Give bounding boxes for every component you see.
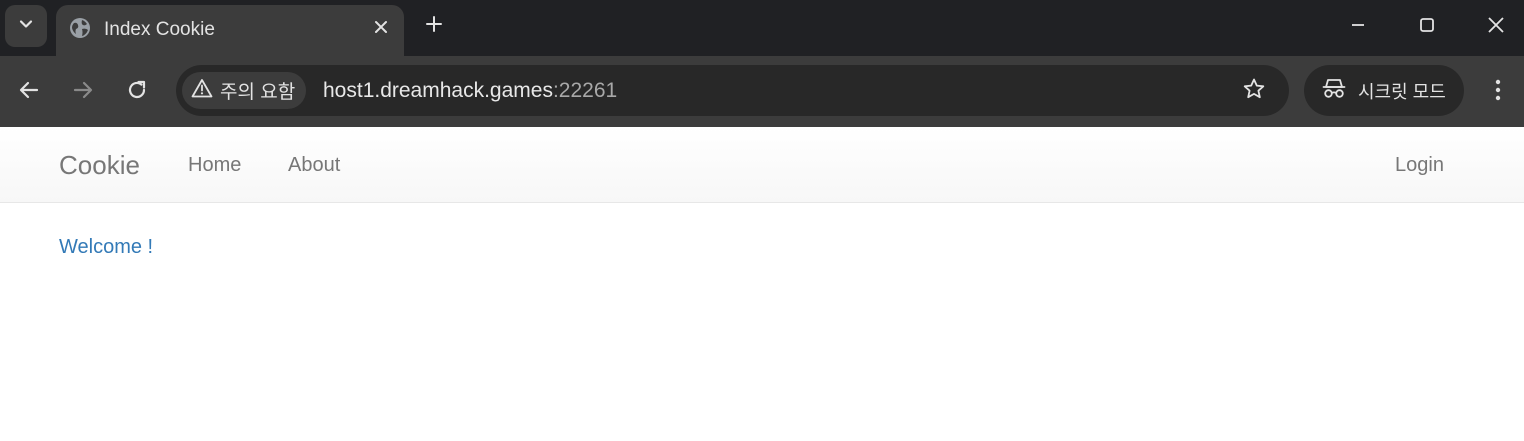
address-bar[interactable]: 주의 요함 host1.dreamhack.games:22261 — [176, 65, 1289, 116]
plus-icon — [425, 15, 443, 38]
security-label: 주의 요함 — [220, 82, 296, 103]
forward-button[interactable] — [66, 75, 100, 109]
nav-home-link[interactable]: Home — [188, 154, 241, 177]
incognito-button[interactable]: 시크릿 모드 — [1304, 65, 1464, 116]
nav-login-link[interactable]: Login — [1395, 154, 1444, 177]
maximize-icon — [1419, 17, 1435, 38]
more-vertical-icon — [1495, 78, 1501, 107]
nav-about-link[interactable]: About — [288, 154, 340, 177]
arrow-right-icon — [72, 79, 94, 106]
minimize-button[interactable] — [1341, 10, 1375, 44]
tab-search-button[interactable] — [5, 5, 47, 47]
window-close-button[interactable] — [1479, 10, 1513, 44]
globe-icon — [69, 17, 91, 39]
tab-title: Index Cookie — [104, 19, 215, 40]
new-tab-button[interactable] — [420, 12, 448, 40]
browser-menu-button[interactable] — [1484, 75, 1512, 109]
arrow-left-icon — [18, 79, 40, 106]
reload-icon — [126, 79, 148, 106]
close-icon[interactable] — [369, 15, 393, 39]
warning-icon — [191, 78, 213, 103]
close-icon — [1487, 16, 1505, 39]
url-port: :22261 — [552, 79, 618, 102]
site-navbar: Cookie Home About Login — [0, 127, 1524, 203]
tab-strip: Index Cookie — [0, 0, 1524, 56]
security-chip[interactable]: 주의 요함 — [182, 72, 306, 109]
maximize-button[interactable] — [1410, 10, 1444, 44]
browser-toolbar: 주의 요함 host1.dreamhack.games:22261 시크릿 모드 — [0, 56, 1524, 127]
url-text[interactable]: host1.dreamhack.games:22261 — [323, 79, 617, 103]
active-tab[interactable]: Index Cookie — [56, 5, 404, 56]
star-icon — [1242, 77, 1266, 106]
welcome-message: Welcome ! — [59, 236, 154, 258]
back-button[interactable] — [12, 75, 46, 109]
reload-button[interactable] — [120, 75, 154, 109]
bookmark-star-button[interactable] — [1240, 77, 1268, 105]
minimize-icon — [1350, 17, 1366, 38]
brand-link[interactable]: Cookie — [59, 150, 140, 181]
incognito-icon — [1322, 77, 1346, 104]
chevron-down-icon — [18, 16, 34, 37]
incognito-label: 시크릿 모드 — [1358, 81, 1446, 102]
url-host: host1.dreamhack.games — [323, 79, 553, 102]
